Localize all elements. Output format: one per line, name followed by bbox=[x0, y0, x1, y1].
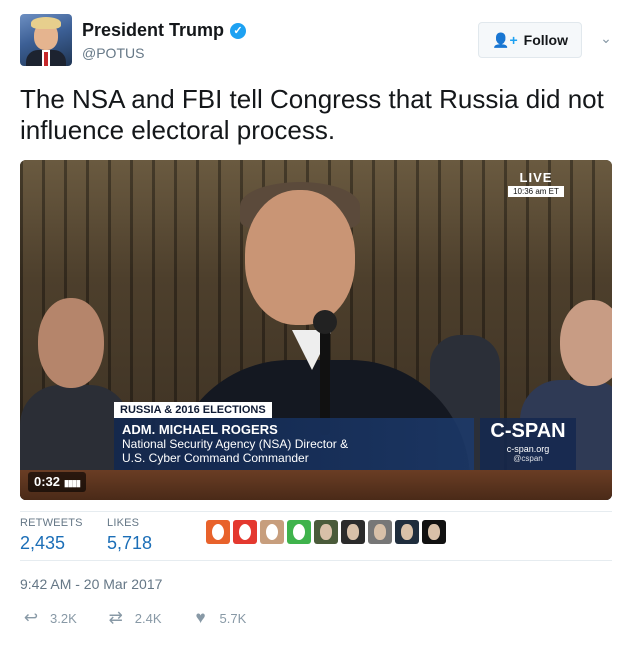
network-logo-text: C-SPAN bbox=[490, 420, 566, 442]
liker-avatar[interactable] bbox=[341, 520, 365, 544]
chyron-title-line-1: National Security Agency (NSA) Director … bbox=[122, 437, 349, 451]
likers-avatars bbox=[206, 520, 446, 544]
user-display-name[interactable]: President Trump bbox=[82, 20, 224, 41]
chyron-name: ADM. MICHAEL ROGERS bbox=[122, 422, 278, 437]
live-time: 10:36 am ET bbox=[508, 186, 564, 197]
retweet-icon: ⇄ bbox=[108, 608, 123, 627]
likes-value: 5,718 bbox=[107, 533, 153, 553]
chyron-title-line-2: U.S. Cyber Command Commander bbox=[122, 451, 309, 465]
reply-icon: ↩ bbox=[23, 608, 39, 627]
divider bbox=[20, 511, 612, 512]
likes-label: LIKES bbox=[107, 517, 140, 529]
retweets-value: 2,435 bbox=[20, 533, 66, 553]
user-name-row[interactable]: President Trump ✓ bbox=[82, 20, 247, 41]
chyron: ADM. MICHAEL ROGERS National Security Ag… bbox=[114, 418, 474, 470]
heart-icon: ♥ bbox=[195, 608, 206, 627]
liker-avatar[interactable] bbox=[395, 520, 419, 544]
like-count: 5.7K bbox=[219, 610, 247, 626]
tweet-header: President Trump ✓ @POTUS 👤+ Follow ⌄ bbox=[20, 14, 616, 70]
likes-stat[interactable]: LIKES 5,718 bbox=[107, 517, 152, 554]
avatar[interactable] bbox=[20, 14, 72, 66]
add-user-icon: 👤+ bbox=[492, 31, 518, 48]
network-logo: C-SPAN c-span.org @cspan bbox=[480, 418, 576, 470]
retweet-button[interactable]: ⇄ 2.4K bbox=[105, 608, 162, 628]
liker-avatar[interactable] bbox=[422, 520, 446, 544]
retweets-stat[interactable]: RETWEETS 2,435 bbox=[20, 517, 83, 554]
live-label: LIVE bbox=[519, 170, 553, 185]
live-indicator: LIVE 10:36 am ET bbox=[508, 170, 564, 197]
network-site: c-span.org bbox=[506, 444, 550, 454]
liker-avatar[interactable] bbox=[368, 520, 392, 544]
timecode-text: 0:32 bbox=[34, 474, 61, 489]
liker-avatar[interactable] bbox=[260, 520, 284, 544]
divider bbox=[20, 560, 612, 561]
liker-avatar[interactable] bbox=[206, 520, 230, 544]
retweets-label: RETWEETS bbox=[20, 517, 83, 529]
follow-button[interactable]: 👤+ Follow bbox=[478, 22, 582, 58]
tweet-text: The NSA and FBI tell Congress that Russi… bbox=[20, 84, 604, 145]
liker-avatar[interactable] bbox=[287, 520, 311, 544]
volume-bars-icon: ▮▮▮▮ bbox=[64, 478, 81, 488]
chevron-down-icon[interactable]: ⌄ bbox=[598, 30, 614, 46]
chyron-tag: RUSSIA & 2016 ELECTIONS bbox=[114, 402, 272, 418]
like-button[interactable]: ♥ 5.7K bbox=[190, 608, 247, 628]
user-handle[interactable]: @POTUS bbox=[82, 45, 144, 61]
video-player[interactable]: LIVE 10:36 am ET RUSSIA & 2016 ELECTIONS… bbox=[20, 160, 612, 500]
liker-avatar[interactable] bbox=[314, 520, 338, 544]
reply-button[interactable]: ↩ 3.2K bbox=[20, 608, 77, 628]
tweet-actions: ↩ 3.2K ⇄ 2.4K ♥ 5.7K bbox=[20, 608, 246, 628]
retweet-count: 2.4K bbox=[134, 610, 162, 626]
tweet-timestamp[interactable]: 9:42 AM - 20 Mar 2017 bbox=[20, 576, 162, 592]
liker-avatar[interactable] bbox=[233, 520, 257, 544]
reply-count: 3.2K bbox=[50, 610, 77, 626]
speaker-figure bbox=[245, 190, 355, 325]
verified-badge-icon: ✓ bbox=[230, 22, 247, 39]
follow-button-label: Follow bbox=[523, 32, 568, 48]
video-timecode[interactable]: 0:32 ▮▮▮▮ bbox=[28, 472, 86, 492]
network-twitter: @cspan bbox=[513, 454, 543, 463]
hearing-desk bbox=[20, 470, 612, 500]
